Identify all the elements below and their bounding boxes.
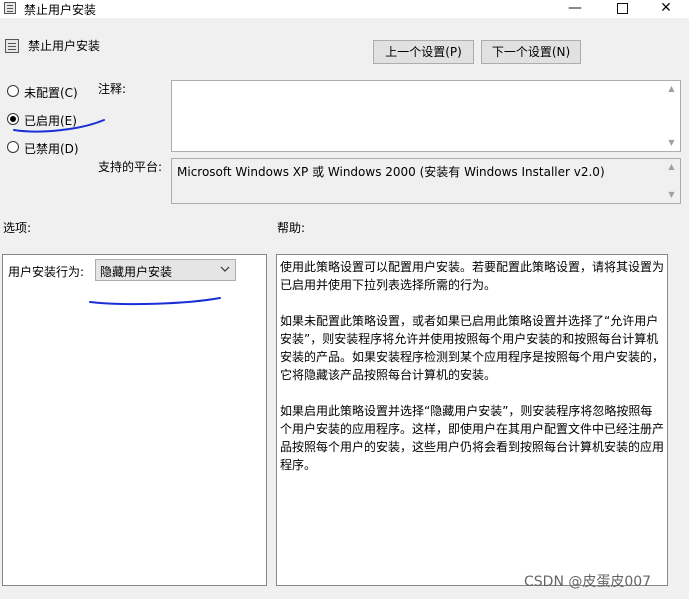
user-install-behavior-dropdown[interactable]: 隐藏用户安装	[95, 259, 236, 281]
maximize-icon	[616, 3, 628, 14]
comment-scrollbar[interactable]: ▲ ▼	[663, 81, 680, 151]
title-bar: 禁止用户安装 — ✕	[0, 0, 689, 18]
next-setting-button[interactable]: 下一个设置(N)	[481, 40, 581, 64]
scroll-down-icon[interactable]: ▼	[663, 135, 680, 151]
radio-disabled-label[interactable]: 已禁用(D)	[24, 140, 79, 157]
radio-enabled-circle[interactable]	[7, 113, 19, 125]
help-paragraph: 如果未配置此策略设置，或者如果已启用此策略设置并选择了“允许用户安装”，则安装程…	[280, 314, 665, 382]
policy-window-icon	[4, 2, 16, 14]
policy-setting-icon	[5, 39, 19, 53]
options-heading: 选项:	[3, 221, 32, 235]
comment-label: 注释:	[98, 82, 127, 96]
help-paragraph: 如果启用此策略设置并选择“隐藏用户安装”，则安装程序将忽略按照每个用户安装的应用…	[280, 404, 665, 472]
platform-scrollbar[interactable]: ▲ ▼	[663, 159, 680, 203]
minimize-button[interactable]: —	[552, 0, 598, 18]
help-panel: 使用此策略设置可以配置用户安装。若要配置此策略设置，请将其设置为已启用并使用下拉…	[276, 254, 668, 586]
platform-textbox: Microsoft Windows XP 或 Windows 2000 (安装有…	[171, 158, 681, 204]
watermark: CSDN @皮蛋皮007	[524, 574, 652, 590]
comment-textarea[interactable]: ▲ ▼	[171, 80, 681, 152]
close-button[interactable]: ✕	[643, 0, 689, 18]
radio-not-configured-label[interactable]: 未配置(C)	[24, 84, 78, 101]
scroll-up-icon[interactable]: ▲	[663, 159, 680, 175]
radio-disabled-circle[interactable]	[7, 141, 19, 153]
radio-not-configured-circle[interactable]	[7, 85, 19, 97]
policy-title: 禁止用户安装	[28, 39, 101, 53]
previous-setting-button[interactable]: 上一个设置(P)	[373, 40, 474, 64]
user-install-behavior-label: 用户安装行为:	[8, 265, 85, 279]
platform-value: Microsoft Windows XP 或 Windows 2000 (安装有…	[177, 165, 605, 179]
window-title: 禁止用户安装	[24, 3, 97, 17]
dropdown-selected-value: 隐藏用户安装	[100, 265, 173, 279]
platform-label: 支持的平台:	[98, 160, 163, 174]
help-heading: 帮助:	[277, 221, 306, 235]
help-text: 使用此策略设置可以配置用户安装。若要配置此策略设置，请将其设置为已启用并使用下拉…	[280, 258, 664, 492]
scroll-down-icon[interactable]: ▼	[663, 187, 680, 203]
options-panel: 用户安装行为: 隐藏用户安装	[2, 254, 267, 586]
help-paragraph: 使用此策略设置可以配置用户安装。若要配置此策略设置，请将其设置为已启用并使用下拉…	[280, 260, 665, 292]
maximize-button[interactable]	[599, 0, 645, 18]
scroll-up-icon[interactable]: ▲	[663, 81, 680, 97]
radio-enabled-label[interactable]: 已启用(E)	[24, 112, 77, 129]
chevron-down-icon	[220, 266, 230, 272]
